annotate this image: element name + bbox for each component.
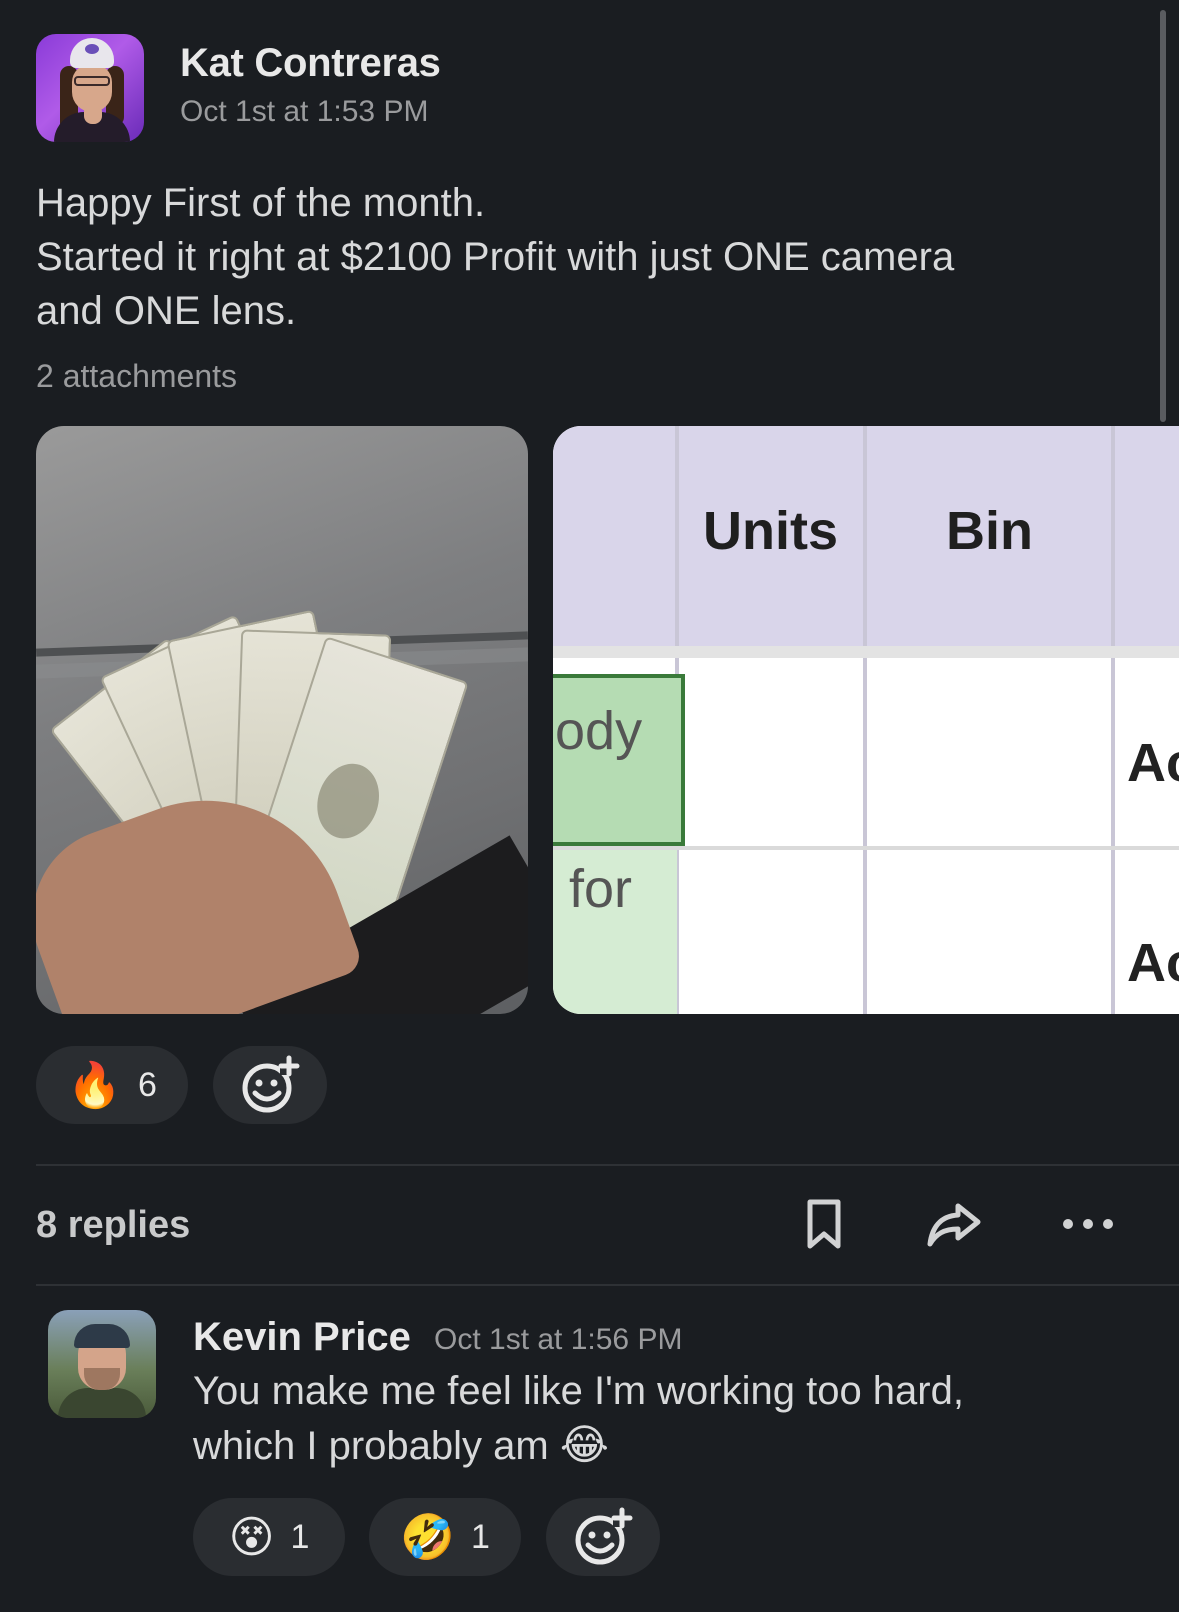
sheet-cell: Ac — [1127, 733, 1179, 793]
avatar[interactable] — [36, 34, 144, 142]
share-icon[interactable] — [926, 1196, 982, 1252]
avatar[interactable] — [48, 1310, 156, 1418]
reaction-dizzy-face[interactable]: 😵 1 — [193, 1498, 345, 1576]
divider — [36, 1164, 1179, 1166]
add-reaction-icon — [575, 1507, 633, 1565]
add-reaction-button[interactable] — [546, 1498, 660, 1576]
message-timestamp[interactable]: Oct 1st at 1:53 PM — [180, 92, 441, 132]
author-name[interactable]: Kat Contreras — [180, 38, 441, 88]
reply-body: You make me feel like I'm working too ha… — [193, 1364, 1153, 1473]
sheet-cell: Ac — [1127, 933, 1179, 993]
joy-emoji-icon: 😂 — [559, 1420, 609, 1469]
message-body: Happy First of the month. Started it rig… — [36, 176, 1136, 338]
reaction-fire[interactable]: 🔥 6 — [36, 1046, 188, 1124]
reaction-count: 1 — [470, 1517, 490, 1556]
add-reaction-button[interactable] — [213, 1046, 327, 1124]
divider — [36, 1284, 1179, 1286]
message-line: and ONE lens. — [36, 289, 297, 333]
rolling-on-floor-laughing-icon: 🤣 — [400, 1512, 455, 1563]
replies-count[interactable]: 8 replies — [36, 1204, 190, 1247]
reaction-count: 6 — [137, 1065, 157, 1104]
attachment-image-cash[interactable] — [36, 426, 528, 1014]
attachments-label: 2 attachments — [36, 358, 237, 394]
message-header: Kat Contreras Oct 1st at 1:53 PM — [36, 34, 441, 142]
message-line: Started it right at $2100 Profit with ju… — [36, 235, 955, 279]
sheet-header-units: Units — [703, 501, 838, 561]
sheet-cell: for — [569, 859, 633, 919]
more-horizontal-icon[interactable] — [1060, 1196, 1116, 1252]
scrollbar[interactable] — [1160, 10, 1166, 422]
reply-author-name[interactable]: Kevin Price — [193, 1312, 411, 1362]
dizzy-face-icon: 😵 — [228, 1511, 275, 1563]
message-line: Happy First of the month. — [36, 181, 486, 225]
reply-line: which I probably am 😂 — [193, 1418, 1153, 1473]
add-reaction-icon — [242, 1055, 300, 1113]
reaction-count: 1 — [290, 1517, 310, 1556]
reaction-rolling-laughing[interactable]: 🤣 1 — [369, 1498, 521, 1576]
sheet-cell: ody — [555, 701, 643, 761]
bookmark-icon[interactable] — [796, 1196, 852, 1252]
reply-line: You make me feel like I'm working too ha… — [193, 1369, 964, 1413]
reply-timestamp[interactable]: Oct 1st at 1:56 PM — [434, 1318, 682, 1362]
attachment-image-spreadsheet[interactable]: Units Bin ody for Ac Ac — [553, 426, 1179, 1014]
fire-icon: 🔥 — [67, 1060, 122, 1111]
reply-line-text: which I probably am — [193, 1424, 549, 1468]
sheet-header-bin: Bin — [946, 501, 1033, 561]
